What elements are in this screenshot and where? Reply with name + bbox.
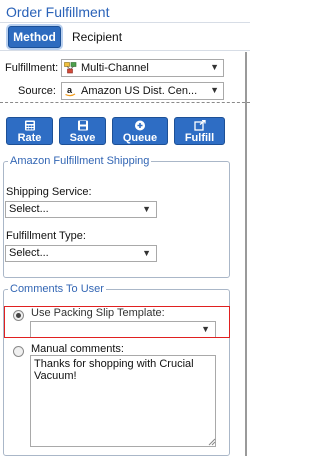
queue-button-label: Queue	[122, 132, 158, 144]
page-title: Order Fulfillment	[6, 4, 110, 20]
fulfillment-label: Fulfillment:	[5, 62, 59, 74]
fulfillment-type-value: Select...	[9, 247, 49, 259]
save-icon	[77, 120, 88, 131]
chevron-down-icon: ▼	[142, 248, 151, 258]
shipping-service-select[interactable]: Select... ▼	[5, 201, 157, 218]
tab-method[interactable]: Method	[8, 26, 61, 48]
amazon-icon: a	[65, 85, 76, 97]
rate-button-label: Rate	[17, 132, 42, 144]
fulfillment-select[interactable]: Multi-Channel ▼	[61, 59, 224, 77]
chevron-down-icon: ▼	[210, 85, 219, 95]
panel-edge	[245, 52, 247, 456]
queue-button[interactable]: Queue	[112, 117, 168, 145]
save-button-label: Save	[69, 132, 96, 144]
comments-legend: Comments To User	[10, 283, 104, 295]
tab-recipient[interactable]: Recipient	[72, 26, 122, 48]
source-label: Source:	[18, 85, 56, 97]
source-value: Amazon US Dist. Cen...	[81, 85, 198, 97]
fulfillment-type-select[interactable]: Select... ▼	[5, 245, 157, 262]
title-divider	[0, 22, 250, 23]
manual-comments-label: Manual comments:	[31, 343, 124, 355]
calculator-icon	[24, 120, 35, 131]
amazon-shipping-legend: Amazon Fulfillment Shipping	[10, 155, 150, 167]
manual-comments-radio[interactable]	[13, 346, 24, 357]
resize-grip-icon[interactable]	[208, 438, 216, 446]
fulfillment-type-label: Fulfillment Type:	[6, 230, 86, 242]
manual-comments-textarea[interactable]: Thanks for shopping with Crucial Vacuum!	[30, 355, 216, 447]
highlight-annotation	[4, 306, 230, 338]
chevron-down-icon: ▼	[210, 62, 219, 72]
fulfill-button[interactable]: Fulfill	[174, 117, 225, 145]
fulfill-button-label: Fulfill	[184, 132, 215, 144]
multi-channel-icon	[64, 62, 77, 74]
tabs-divider	[0, 50, 250, 51]
section-divider	[0, 102, 250, 103]
fulfillment-value: Multi-Channel	[81, 62, 149, 74]
chevron-down-icon: ▼	[142, 204, 151, 214]
external-link-icon	[193, 120, 206, 131]
shipping-service-value: Select...	[9, 203, 49, 215]
rate-button[interactable]: Rate	[6, 117, 53, 145]
shipping-service-label: Shipping Service:	[6, 186, 92, 198]
svg-text:a: a	[67, 85, 73, 95]
add-circle-icon	[135, 120, 145, 131]
save-button[interactable]: Save	[59, 117, 106, 145]
source-select[interactable]: a Amazon US Dist. Cen... ▼	[61, 82, 224, 100]
